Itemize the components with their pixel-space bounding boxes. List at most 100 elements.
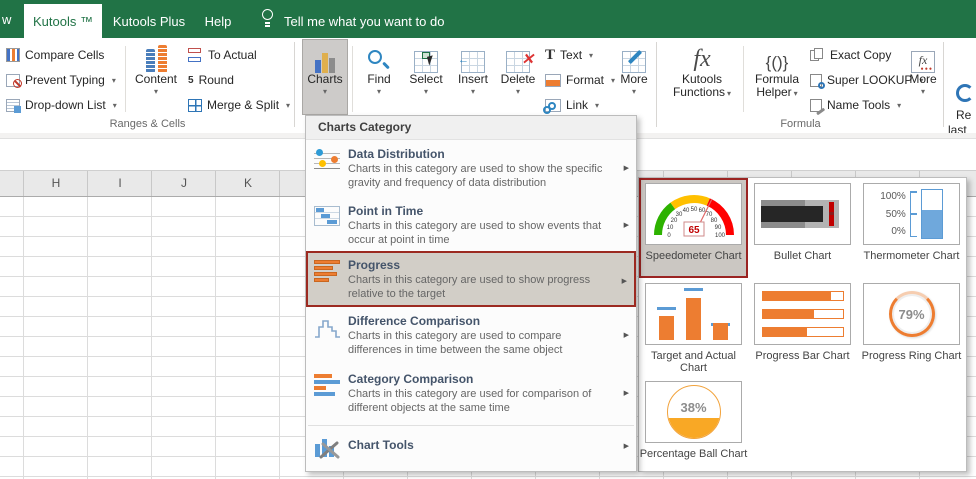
- exact-copy-button[interactable]: Exact Copy: [810, 44, 891, 66]
- name-tools-icon: [810, 98, 825, 115]
- compare-cells-icon: [6, 48, 20, 62]
- progress-bar-thumbnail: [754, 283, 851, 345]
- submenu-arrow-icon: ▶: [621, 278, 627, 285]
- charts-category-menu: Charts Category Data Distribution Charts…: [305, 115, 637, 472]
- format-icon: [545, 73, 561, 87]
- find-button[interactable]: Find ▾: [357, 40, 401, 114]
- kutools-functions-button[interactable]: fx Kutools Functions ▾: [665, 40, 739, 114]
- progress-charts-flyout: 0 10 20 30 40 50 60 70 80 90 100 65 Spee…: [638, 177, 967, 472]
- tile-label: Progress Ring Chart: [861, 350, 962, 362]
- difference-comparison-icon: [315, 320, 340, 338]
- prevent-typing-button[interactable]: Prevent Typing ▾: [6, 69, 116, 91]
- column-header-h: H: [51, 176, 61, 190]
- tab-view-partial[interactable]: w: [2, 12, 11, 27]
- svg-text:0: 0: [667, 233, 671, 239]
- menu-item-progress[interactable]: Progress Charts in this category are use…: [306, 251, 636, 307]
- svg-text:90: 90: [714, 225, 721, 231]
- menu-item-chart-tools[interactable]: Chart Tools ▶: [306, 426, 636, 464]
- link-button[interactable]: Link ▾: [543, 94, 599, 116]
- dropdown-list-button[interactable]: Drop-down List ▾: [6, 94, 117, 116]
- content-button[interactable]: Content ▾: [130, 40, 182, 114]
- format-button[interactable]: Format ▾: [545, 69, 615, 91]
- lightbulb-icon: [260, 9, 276, 29]
- tile-thermometer-chart[interactable]: 100% 50% 0% Thermometer Chart: [857, 178, 966, 278]
- menu-header: Charts Category: [306, 116, 636, 140]
- group-label-ranges-cells: Ranges & Cells: [109, 118, 186, 130]
- round-button[interactable]: 5 Round: [188, 69, 234, 91]
- to-actual-button[interactable]: To Actual: [188, 44, 257, 66]
- tile-label: Progress Bar Chart: [755, 350, 850, 362]
- group-formula: fx Kutools Functions ▾ {()} Formula Helpe…: [657, 38, 944, 133]
- group-ranges-cells: Compare Cells Prevent Typing ▾ Drop-down …: [0, 38, 295, 133]
- charts-icon: [315, 43, 335, 73]
- more-button[interactable]: More ▾: [613, 40, 655, 114]
- merge-split-button[interactable]: Merge & Split ▾: [188, 94, 290, 116]
- tile-percentage-ball-chart[interactable]: 38% Percentage Ball Chart: [639, 376, 748, 471]
- menu-item-data-distribution[interactable]: Data Distribution Charts in this categor…: [306, 140, 636, 197]
- formula-helper-button[interactable]: {()} Formula Helper ▾: [748, 40, 806, 114]
- column-header-k: K: [243, 176, 252, 190]
- content-icon: [145, 43, 167, 73]
- text-button[interactable]: T Text ▾: [545, 44, 593, 66]
- tab-help[interactable]: Help: [196, 4, 240, 38]
- insert-icon: ←: [458, 51, 485, 73]
- tile-progress-bar-chart[interactable]: Progress Bar Chart: [748, 278, 857, 376]
- tile-bullet-chart[interactable]: Bullet Chart: [748, 178, 857, 278]
- percentage-ball-thumbnail: 38%: [645, 381, 742, 443]
- braces-icon: {()}: [765, 53, 789, 72]
- tile-progress-ring-chart[interactable]: 79% Progress Ring Chart: [857, 278, 966, 376]
- tab-kutools[interactable]: Kutools ™: [24, 4, 102, 38]
- tile-label: Target and Actual Chart: [650, 350, 736, 374]
- fx-icon: fx: [693, 46, 711, 72]
- submenu-arrow-icon: ▶: [623, 390, 629, 397]
- tile-target-actual-chart[interactable]: Target and Actual Chart: [639, 278, 748, 376]
- exact-copy-icon: [810, 48, 825, 62]
- ring-value: 79%: [898, 306, 925, 322]
- bullet-thumbnail: [754, 183, 851, 245]
- gauge-value: 65: [688, 225, 700, 236]
- svg-text:80: 80: [710, 218, 717, 224]
- thermometer-thumbnail: 100% 50% 0%: [863, 183, 960, 245]
- group-label-formula: Formula: [780, 118, 821, 130]
- category-comparison-icon: [314, 374, 340, 396]
- more-pencil-icon: [622, 49, 646, 73]
- link-icon: [543, 98, 561, 114]
- tile-speedometer-chart[interactable]: 0 10 20 30 40 50 60 70 80 90 100 65 Spee…: [639, 178, 748, 278]
- progress-ring-thumbnail: 79%: [863, 283, 960, 345]
- column-header-j: J: [181, 176, 187, 190]
- point-in-time-icon: [314, 206, 340, 226]
- submenu-arrow-icon: ▶: [623, 443, 629, 450]
- ribbon-tab-bar: w Kutools ™ Kutools Plus Help Tell me wh…: [0, 0, 976, 38]
- menu-item-point-in-time[interactable]: Point in Time Charts in this category ar…: [306, 197, 636, 251]
- data-distribution-icon: [314, 149, 340, 169]
- tell-me-box[interactable]: Tell me what you want to do: [284, 4, 444, 38]
- delete-icon: ✕: [506, 51, 534, 73]
- svg-text:50: 50: [690, 207, 697, 213]
- name-tools-button[interactable]: Name Tools ▾: [810, 94, 901, 116]
- menu-item-category-comparison[interactable]: Category Comparison Charts in this categ…: [306, 365, 636, 421]
- progress-icon: [314, 260, 340, 282]
- svg-text:100: 100: [714, 233, 725, 239]
- menu-item-difference-comparison[interactable]: Difference Comparison Charts in this cat…: [306, 307, 636, 365]
- find-icon: [367, 49, 391, 73]
- prevent-typing-icon: [6, 73, 22, 88]
- insert-button[interactable]: ← Insert ▾: [451, 40, 495, 114]
- to-actual-icon: [188, 48, 203, 62]
- more-fx-icon: fx •••: [911, 51, 935, 74]
- more-formula-button[interactable]: fx ••• More ▾: [905, 40, 941, 114]
- tile-label: Speedometer Chart: [645, 250, 742, 262]
- ball-value: 38%: [680, 400, 707, 415]
- select-button[interactable]: Select ▾: [403, 40, 449, 114]
- tile-label: Percentage Ball Chart: [639, 448, 748, 460]
- super-lookup-icon: [810, 73, 825, 89]
- svg-text:10: 10: [666, 225, 673, 231]
- charts-button[interactable]: Charts ▾: [302, 39, 348, 115]
- delete-button[interactable]: ✕ Delete ▾: [495, 40, 541, 114]
- compare-cells-button[interactable]: Compare Cells: [6, 44, 104, 66]
- tile-label: Thermometer Chart: [863, 250, 960, 262]
- speedometer-thumbnail: 0 10 20 30 40 50 60 70 80 90 100 65: [645, 183, 742, 245]
- tab-kutools-plus[interactable]: Kutools Plus: [106, 4, 192, 38]
- round-icon: 5: [188, 74, 194, 86]
- drop-down-list-icon: [6, 98, 21, 113]
- rerun-icon: [956, 84, 974, 102]
